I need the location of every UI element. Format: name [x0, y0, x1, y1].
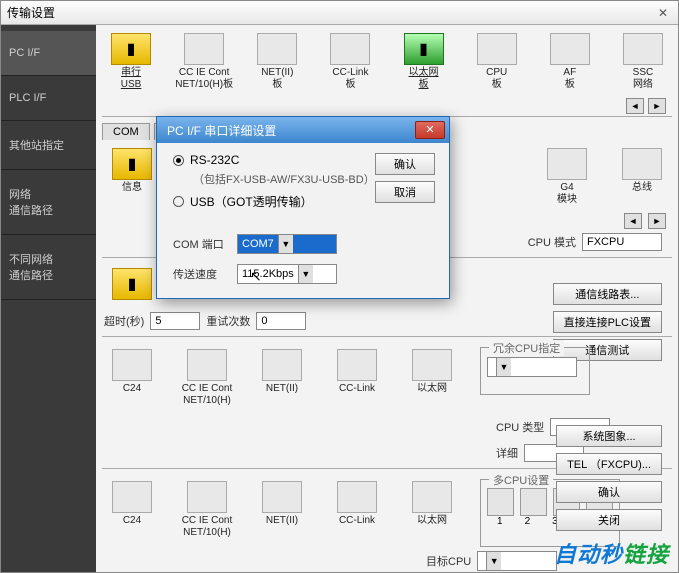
- dialog-close-button[interactable]: ✕: [415, 121, 445, 139]
- radio-icon: [173, 196, 184, 207]
- pc-if-ssc[interactable]: SSC 网络: [614, 33, 672, 90]
- tel-fxcpu-button[interactable]: TEL （FXCPU)...: [556, 453, 662, 475]
- module-icon: [112, 349, 152, 381]
- watermark: 自动秒链接: [554, 537, 669, 569]
- redundant-cpu-select[interactable]: ▼: [487, 357, 577, 377]
- plc-if-g4[interactable]: G4 模块: [537, 148, 597, 205]
- serial-usb-icon: ▮: [111, 33, 151, 65]
- module-icon: [262, 481, 302, 513]
- scroll-left-button[interactable]: ◄: [624, 213, 642, 229]
- radio-icon: [173, 155, 184, 166]
- sidebar-item-network-path[interactable]: 网络 通信路径: [1, 170, 96, 235]
- retry-label: 重试次数: [206, 313, 250, 329]
- chevron-down-icon: ▼: [278, 235, 293, 253]
- pc-if-netii[interactable]: NET(II) 板: [248, 33, 306, 90]
- chevron-down-icon: ▼: [298, 265, 313, 283]
- sidebar-item-plc-if[interactable]: PLC I/F: [1, 76, 96, 121]
- net-ethernet[interactable]: 以太网: [402, 349, 462, 406]
- timeout-field[interactable]: [150, 312, 200, 330]
- redundant-cpu-group: 冗余CPU指定 ▼: [480, 347, 590, 395]
- scroll-left-button[interactable]: ◄: [626, 98, 644, 114]
- dialog-title: PC I/F 串口详细设置: [167, 122, 276, 139]
- net-netii[interactable]: NET(II): [252, 349, 312, 406]
- detail-label: 详细: [496, 445, 518, 461]
- station-icon: ▮: [112, 268, 152, 300]
- pc-if-af[interactable]: AF 板: [541, 33, 599, 90]
- module-icon: [547, 148, 587, 180]
- sidebar-item-pc-if[interactable]: PC I/F: [1, 31, 96, 76]
- module-icon: [187, 481, 227, 513]
- dialog-cancel-button[interactable]: 取消: [375, 181, 435, 203]
- dnet-cclink[interactable]: CC-Link: [327, 481, 387, 539]
- retry-field[interactable]: [256, 312, 306, 330]
- cpu-icon: ▮: [112, 148, 152, 180]
- dnet-c24[interactable]: C24: [102, 481, 162, 539]
- baud-select[interactable]: 115.2Kbps ▼: [237, 264, 337, 284]
- serial-detail-dialog: PC I/F 串口详细设置 ✕ RS-232C （包括FX-USB-AW/FX3…: [156, 116, 450, 299]
- com-port-label: COM 端口: [173, 236, 229, 252]
- dnet-ccie[interactable]: CC IE Cont NET/10(H): [177, 481, 237, 539]
- board-icon: [623, 33, 663, 65]
- close-button[interactable]: 关闭: [556, 509, 662, 531]
- board-icon: [477, 33, 517, 65]
- cpu-mode-field[interactable]: [582, 233, 662, 251]
- cpu-slot-2[interactable]: [520, 488, 547, 516]
- network-path-row: C24 CC IE Cont NET/10(H) NET(II) CC-Link…: [96, 339, 468, 414]
- plc-if-cpu[interactable]: ▮ 信息: [102, 148, 162, 205]
- diff-network-path-row: C24 CC IE Cont NET/10(H) NET(II) CC-Link…: [96, 471, 468, 547]
- target-cpu-label: 目标CPU: [426, 553, 471, 569]
- system-image-button[interactable]: 系统图象...: [556, 425, 662, 447]
- module-icon: [412, 481, 452, 513]
- module-icon: [337, 481, 377, 513]
- other-station-none[interactable]: ▮: [102, 268, 162, 300]
- title-bar: 传输设置 ✕: [1, 1, 678, 25]
- pc-if-cpu[interactable]: CPU 板: [468, 33, 526, 90]
- module-icon: [112, 481, 152, 513]
- ok-button[interactable]: 确认: [556, 481, 662, 503]
- dnet-netii[interactable]: NET(II): [252, 481, 312, 539]
- board-icon: [184, 33, 224, 65]
- cpu-slot-1[interactable]: [487, 488, 514, 516]
- net-c24[interactable]: C24: [102, 349, 162, 406]
- cpu-type-label: CPU 类型: [496, 419, 544, 435]
- module-icon: [412, 349, 452, 381]
- timeout-label: 超时(秒): [104, 313, 144, 329]
- pc-if-serial-usb[interactable]: ▮ 串行 USB: [102, 33, 160, 90]
- pc-if-ethernet[interactable]: ▮ 以太网 板: [395, 33, 453, 90]
- module-icon: [262, 349, 302, 381]
- chevron-down-icon: ▼: [496, 358, 511, 376]
- sidebar-item-other-station[interactable]: 其他站指定: [1, 121, 96, 170]
- board-icon: [330, 33, 370, 65]
- plc-if-bus[interactable]: 总线: [612, 148, 672, 205]
- board-icon: [550, 33, 590, 65]
- com-port-select[interactable]: COM7 ▼: [237, 234, 337, 254]
- close-icon[interactable]: ✕: [654, 6, 672, 20]
- board-icon: [257, 33, 297, 65]
- target-cpu-select[interactable]: ▼: [477, 551, 557, 571]
- baud-label: 传送速度: [173, 266, 229, 282]
- scroll-right-button[interactable]: ►: [648, 213, 666, 229]
- dnet-ethernet[interactable]: 以太网: [402, 481, 462, 539]
- pc-if-cclink[interactable]: CC-Link 板: [321, 33, 379, 90]
- bus-icon: [622, 148, 662, 180]
- scroll-right-button[interactable]: ►: [648, 98, 666, 114]
- tab-com1[interactable]: COM: [102, 123, 150, 140]
- sidebar-item-diff-network-path[interactable]: 不同网络 通信路径: [1, 235, 96, 300]
- pc-if-row: ▮ 串行 USB CC IE Cont NET/10(H)板 NET(II) 板…: [96, 25, 678, 98]
- module-icon: [187, 349, 227, 381]
- ethernet-icon: ▮: [404, 33, 444, 65]
- pc-if-ccie[interactable]: CC IE Cont NET/10(H)板: [175, 33, 233, 90]
- dialog-title-bar: PC I/F 串口详细设置 ✕: [157, 117, 449, 143]
- cpu-mode-label: CPU 模式: [528, 234, 576, 250]
- sidebar: PC I/F PLC I/F 其他站指定 网络 通信路径 不同网络 通信路径: [1, 25, 96, 572]
- chevron-down-icon: ▼: [486, 552, 501, 570]
- window-title: 传输设置: [7, 4, 55, 21]
- dialog-ok-button[interactable]: 确认: [375, 153, 435, 175]
- comm-line-table-button[interactable]: 通信线路表...: [553, 283, 662, 305]
- net-ccie[interactable]: CC IE Cont NET/10(H): [177, 349, 237, 406]
- net-cclink[interactable]: CC-Link: [327, 349, 387, 406]
- module-icon: [337, 349, 377, 381]
- right-button-col-b: 系统图象... TEL （FXCPU)... 确认 关闭: [556, 425, 662, 531]
- direct-plc-button[interactable]: 直接连接PLC设置: [553, 311, 662, 333]
